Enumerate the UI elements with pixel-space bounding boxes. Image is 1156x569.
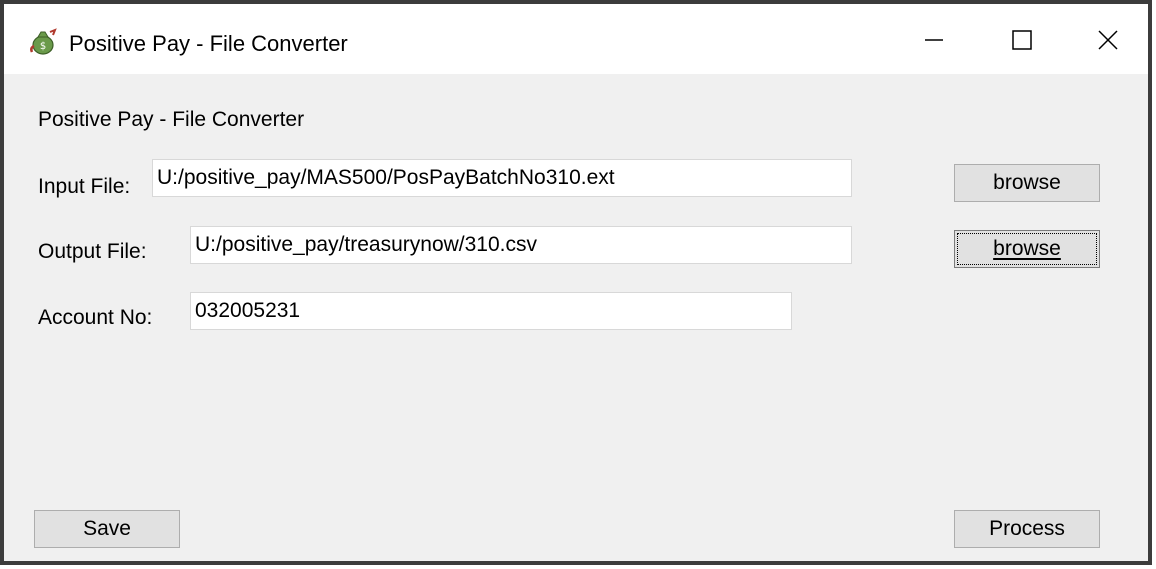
input-browse-label: browse [993, 171, 1061, 194]
window-title: Positive Pay - File Converter [69, 31, 348, 56]
money-bag-icon: $ [28, 28, 58, 56]
save-button-label: Save [83, 517, 131, 540]
account-no-field[interactable]: 032005231 [190, 292, 792, 330]
output-browse-button[interactable]: browse [954, 230, 1100, 268]
app-window: $ Positive Pay - File Converter Positive… [0, 0, 1152, 565]
svg-text:$: $ [40, 41, 46, 52]
input-file-field[interactable]: U:/positive_pay/MAS500/PosPayBatchNo310.… [152, 159, 852, 197]
close-icon [1097, 29, 1119, 56]
input-file-label: Input File: [38, 175, 131, 198]
maximize-icon [1011, 29, 1033, 56]
minimize-icon [924, 30, 944, 55]
title-bar[interactable]: $ Positive Pay - File Converter [4, 4, 1148, 74]
account-no-label: Account No: [38, 306, 153, 329]
minimize-button[interactable] [894, 14, 974, 70]
close-button[interactable] [1068, 14, 1148, 70]
save-button[interactable]: Save [34, 510, 180, 548]
form-area: Positive Pay - File Converter Input File… [4, 74, 1148, 561]
process-button-label: Process [989, 517, 1065, 540]
process-button[interactable]: Process [954, 510, 1100, 548]
input-browse-button[interactable]: browse [954, 164, 1100, 202]
maximize-button[interactable] [982, 14, 1062, 70]
output-file-field[interactable]: U:/positive_pay/treasurynow/310.csv [190, 226, 852, 264]
form-heading: Positive Pay - File Converter [38, 108, 305, 131]
output-file-label: Output File: [38, 240, 147, 263]
output-browse-label: browse [993, 237, 1061, 260]
